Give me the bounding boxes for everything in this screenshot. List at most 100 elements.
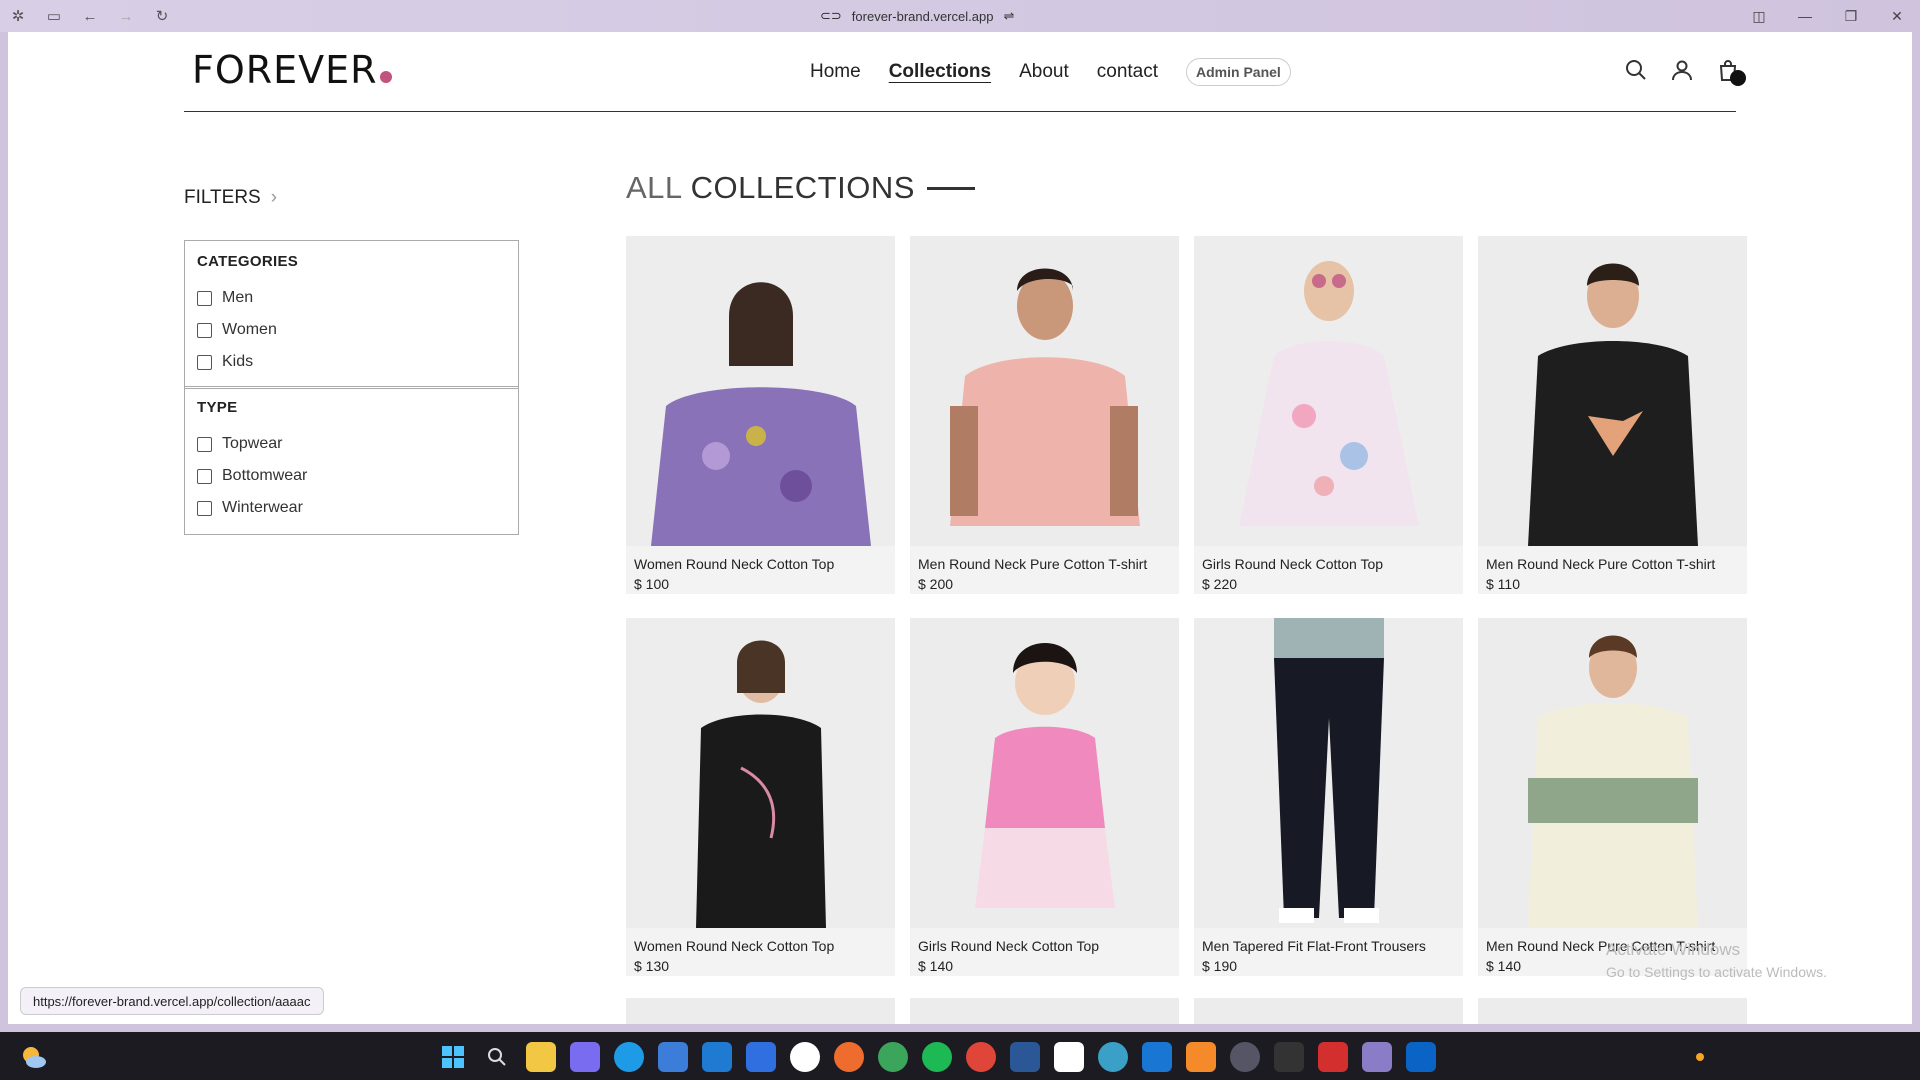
checkbox[interactable]	[197, 468, 212, 484]
close-icon[interactable]: ✕	[1874, 0, 1920, 32]
l-app-icon[interactable]	[1142, 1042, 1172, 1072]
product-name[interactable]: Girls Round Neck Cotton Top	[1194, 546, 1463, 572]
postman-icon[interactable]	[834, 1042, 864, 1072]
browser-chrome: ✲ ▭ ← → ↻ ⊂⊃ forever-brand.vercel.app ⇌ …	[0, 0, 1920, 32]
copilot-icon[interactable]	[570, 1042, 600, 1072]
product-card-partial[interactable]	[1194, 998, 1463, 1024]
edge-icon[interactable]	[614, 1042, 644, 1072]
chevron-right-icon: ›	[270, 187, 278, 208]
product-image[interactable]	[1478, 618, 1747, 928]
filter-kids[interactable]: Kids	[197, 346, 506, 378]
reload-icon[interactable]: ↻	[144, 0, 180, 32]
forward-icon[interactable]: →	[108, 0, 144, 32]
product-image[interactable]	[1194, 236, 1463, 546]
product-card[interactable]: Girls Round Neck Cotton Top $ 220	[1194, 236, 1463, 594]
filters-title[interactable]: FILTERS ›	[184, 187, 277, 209]
store-icon[interactable]	[658, 1042, 688, 1072]
product-name[interactable]: Girls Round Neck Cotton Top	[910, 928, 1179, 954]
site-header: FOREVER Home Collections About contact A…	[184, 32, 1746, 112]
checkbox[interactable]	[197, 436, 212, 452]
product-card-partial[interactable]	[626, 998, 895, 1024]
outlook-icon[interactable]	[1406, 1042, 1436, 1072]
product-card[interactable]: Men Round Neck Pure Cotton T-shirt $ 110	[1478, 236, 1747, 594]
product-price: $ 200	[918, 576, 954, 592]
collection-title: ALL COLLECTIONS	[626, 170, 975, 206]
filter-bottomwear[interactable]: Bottomwear	[197, 460, 506, 492]
windows-watermark: Activate Windows Go to Settings to activ…	[1606, 940, 1827, 980]
minimize-icon[interactable]: —	[1782, 0, 1828, 32]
nav-contact[interactable]: contact	[1097, 61, 1158, 83]
product-name[interactable]: Men Round Neck Pure Cotton T-shirt	[910, 546, 1179, 572]
notion-icon[interactable]	[1054, 1042, 1084, 1072]
phone-icon[interactable]	[1274, 1042, 1304, 1072]
chrome-alt-icon[interactable]	[966, 1042, 996, 1072]
product-card[interactable]: Girls Round Neck Cotton Top $ 140	[910, 618, 1179, 976]
xampp-icon[interactable]	[1186, 1042, 1216, 1072]
back-icon[interactable]: ←	[72, 0, 108, 32]
extensions-icon[interactable]: ✲	[0, 0, 36, 32]
search-icon[interactable]	[482, 1042, 512, 1072]
product-image[interactable]	[626, 618, 895, 928]
product-image[interactable]	[910, 618, 1179, 928]
product-card-partial[interactable]	[910, 998, 1179, 1024]
checkbox[interactable]	[197, 354, 212, 370]
categories-filter: CATEGORIES Men Women Kids	[184, 240, 519, 389]
admin-panel-button[interactable]: Admin Panel	[1186, 58, 1291, 86]
title-underline	[926, 186, 975, 190]
nav-home[interactable]: Home	[810, 61, 861, 83]
file-explorer-icon[interactable]	[526, 1042, 556, 1072]
checkbox[interactable]	[197, 500, 212, 516]
profile-icon[interactable]	[1670, 58, 1694, 82]
start-icon[interactable]	[438, 1042, 468, 1072]
address-text[interactable]: forever-brand.vercel.app	[852, 9, 994, 24]
link-icon: ⊂⊃	[820, 8, 842, 23]
product-card-partial[interactable]	[1478, 998, 1747, 1024]
filter-women[interactable]: Women	[197, 314, 506, 346]
restore-icon[interactable]: ❐	[1828, 0, 1874, 32]
product-image[interactable]	[626, 236, 895, 546]
search-icon[interactable]	[1624, 58, 1648, 82]
product-price: $ 110	[1486, 576, 1520, 592]
checkbox[interactable]	[197, 322, 212, 338]
weather-icon[interactable]	[18, 1042, 48, 1072]
logo[interactable]: FOREVER	[192, 48, 392, 92]
product-card[interactable]: Men Round Neck Pure Cotton T-shirt $ 140	[1478, 618, 1747, 976]
chrome-icon[interactable]	[878, 1042, 908, 1072]
nav-collections[interactable]: Collections	[889, 61, 991, 83]
vscode-icon[interactable]	[702, 1042, 732, 1072]
filter-men[interactable]: Men	[197, 282, 506, 314]
product-card[interactable]: Men Tapered Fit Flat-Front Trousers $ 19…	[1194, 618, 1463, 976]
product-name[interactable]: Men Round Neck Pure Cotton T-shirt	[1478, 546, 1747, 572]
categories-heading: CATEGORIES	[197, 253, 299, 270]
main-nav: Home Collections About contact Admin Pan…	[810, 58, 1291, 86]
product-card[interactable]: Women Round Neck Cotton Top $ 100	[626, 236, 895, 594]
spotify-icon[interactable]	[922, 1042, 952, 1072]
app-icon[interactable]	[746, 1042, 776, 1072]
product-name[interactable]: Women Round Neck Cotton Top	[626, 546, 895, 572]
notification-dot	[1696, 1053, 1704, 1061]
filter-topwear[interactable]: Topwear	[197, 428, 506, 460]
checkbox[interactable]	[197, 290, 212, 306]
filter-winterwear[interactable]: Winterwear	[197, 492, 506, 524]
pdf-icon[interactable]	[1318, 1042, 1348, 1072]
globe-icon[interactable]	[1098, 1042, 1128, 1072]
address-bar[interactable]: ⊂⊃ forever-brand.vercel.app ⇌	[820, 0, 1014, 32]
product-image[interactable]	[910, 236, 1179, 546]
product-card[interactable]: Women Round Neck Cotton Top $ 130	[626, 618, 895, 976]
product-image[interactable]	[1478, 236, 1747, 546]
product-card[interactable]: Men Round Neck Pure Cotton T-shirt $ 200	[910, 236, 1179, 594]
settings-icon[interactable]: ⇌	[1003, 8, 1014, 24]
product-image[interactable]	[1194, 618, 1463, 928]
split-icon[interactable]: ◫	[1736, 0, 1782, 32]
product-price: $ 220	[1202, 576, 1238, 592]
cart-icon[interactable]	[1716, 58, 1746, 86]
product-name[interactable]: Men Tapered Fit Flat-Front Trousers	[1194, 928, 1463, 954]
browser-active-icon[interactable]	[1362, 1042, 1392, 1072]
settings-icon[interactable]	[1230, 1042, 1260, 1072]
word-icon[interactable]	[1010, 1042, 1040, 1072]
product-name[interactable]: Women Round Neck Cotton Top	[626, 928, 895, 954]
slack-icon[interactable]	[790, 1042, 820, 1072]
sidebar-toggle-icon[interactable]: ▭	[36, 0, 72, 32]
product-grid: Women Round Neck Cotton Top $ 100 Men Ro…	[626, 236, 1748, 976]
nav-about[interactable]: About	[1019, 61, 1069, 83]
